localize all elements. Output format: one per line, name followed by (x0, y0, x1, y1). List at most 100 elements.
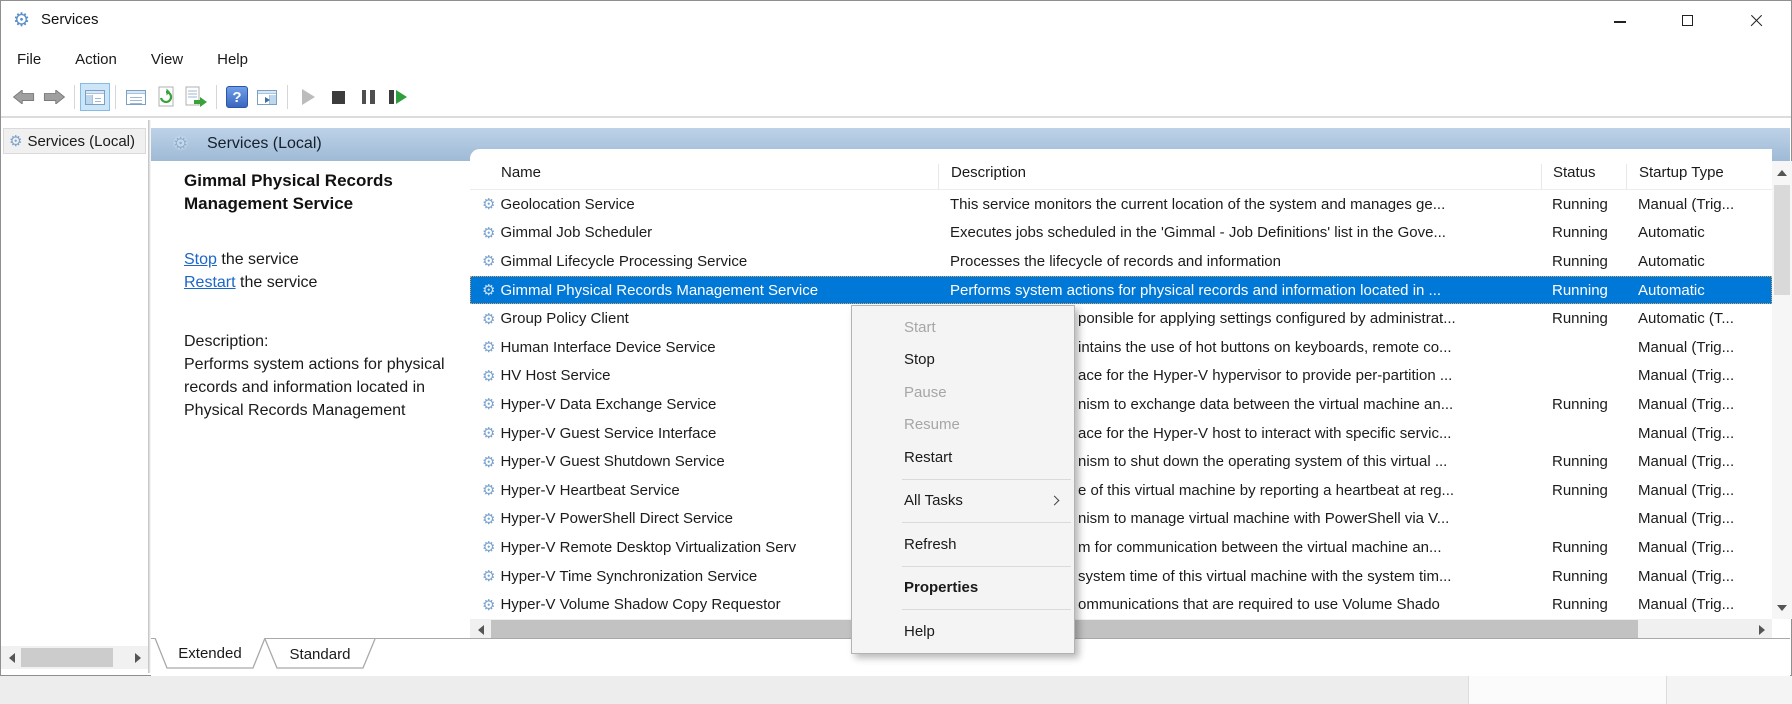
menu-item-properties[interactable]: Properties (852, 572, 1074, 605)
menu-item-help[interactable]: Help (852, 615, 1074, 648)
menu-separator (852, 474, 1074, 485)
table-row[interactable]: ⚙Human Interface Device Serviceintains t… (470, 333, 1772, 362)
start-service-icon (302, 89, 315, 105)
table-row[interactable]: ⚙Group Policy Clientponsible for applyin… (470, 304, 1772, 333)
menu-help[interactable]: Help (217, 51, 248, 68)
table-row[interactable]: ⚙Gimmal Job SchedulerExecutes jobs sched… (470, 219, 1772, 248)
table-row[interactable]: ⚙Hyper-V Heartbeat Servicee of this virt… (470, 476, 1772, 505)
help-icon: ? (226, 86, 248, 108)
restart-service-link[interactable]: Restart (184, 274, 236, 291)
scroll-up-icon (1777, 170, 1787, 176)
service-action-links: Stop the service Restart the service (184, 248, 470, 294)
stop-service-link[interactable]: Stop (184, 251, 217, 268)
restart-service-button[interactable] (383, 83, 413, 111)
start-service-button[interactable] (293, 83, 323, 111)
maximize-button[interactable] (1653, 1, 1721, 41)
column-header-description[interactable]: Description (938, 164, 1541, 189)
service-startup-cell: Manual (Trig... (1626, 562, 1772, 591)
services-app-icon: ⚙ (13, 10, 30, 32)
scroll-left-button[interactable] (3, 648, 20, 667)
table-row[interactable]: ⚙Geolocation ServiceThis service monitor… (470, 190, 1772, 219)
scroll-up-button[interactable] (1773, 163, 1791, 182)
menu-separator (852, 604, 1074, 615)
service-gear-icon: ⚙ (482, 224, 495, 242)
scroll-right-button[interactable] (129, 648, 146, 667)
toolbar-separator (115, 85, 116, 109)
table-row[interactable]: ⚙Hyper-V PowerShell Direct Servicenism t… (470, 505, 1772, 534)
service-startup-cell: Manual (Trig... (1626, 190, 1772, 219)
menu-item-all-tasks[interactable]: All Tasks (852, 485, 1074, 518)
column-header-startup-type[interactable]: Startup Type (1626, 164, 1772, 189)
service-startup-cell: Automatic (1626, 276, 1772, 305)
menu-item-stop[interactable]: Stop (852, 344, 1074, 377)
forward-button[interactable] (39, 83, 69, 111)
service-status-cell: Running (1541, 533, 1626, 562)
service-gear-icon: ⚙ (482, 281, 495, 299)
service-status-cell (1541, 505, 1626, 534)
menu-item-restart[interactable]: Restart (852, 441, 1074, 474)
stop-service-button[interactable] (323, 83, 353, 111)
service-gear-icon: ⚙ (482, 596, 495, 614)
menu-action[interactable]: Action (75, 51, 117, 68)
export-list-button[interactable] (181, 83, 211, 111)
refresh-button[interactable] (151, 83, 181, 111)
scrollbar-thumb[interactable] (1774, 185, 1790, 295)
service-status-cell: Running (1541, 562, 1626, 591)
properties-button[interactable] (121, 83, 151, 111)
forward-arrow-icon (43, 90, 65, 104)
menu-item-refresh[interactable]: Refresh (852, 528, 1074, 561)
service-status-cell: Running (1541, 447, 1626, 476)
service-name: Geolocation Service (500, 196, 634, 213)
show-hide-console-tree-button[interactable] (80, 83, 110, 111)
pane-divider[interactable] (148, 120, 151, 673)
service-gear-icon: ⚙ (482, 481, 495, 499)
show-hide-action-pane-button[interactable] (252, 83, 282, 111)
properties-icon (126, 90, 146, 105)
gear-icon: ⚙ (9, 132, 22, 150)
scrollbar-thumb[interactable] (21, 648, 113, 667)
service-startup-cell: Automatic (1626, 247, 1772, 276)
service-status-cell: Running (1541, 247, 1626, 276)
table-row[interactable]: ⚙Hyper-V Remote Desktop Virtualization S… (470, 533, 1772, 562)
menu-file[interactable]: File (17, 51, 41, 68)
list-vertical-scrollbar[interactable] (1772, 161, 1792, 619)
table-row[interactable]: ⚙Hyper-V Guest Service Interfaceace for … (470, 419, 1772, 448)
help-button[interactable]: ? (222, 83, 252, 111)
pause-service-button[interactable] (353, 83, 383, 111)
column-header-status[interactable]: Status (1541, 164, 1626, 189)
scroll-right-icon (1759, 625, 1765, 635)
service-gear-icon: ⚙ (482, 453, 495, 471)
back-button[interactable] (9, 83, 39, 111)
scroll-left-button[interactable] (472, 620, 489, 639)
tree-node-services-local[interactable]: ⚙ Services (Local) (3, 128, 146, 154)
tab-standard[interactable]: Standard (263, 638, 377, 671)
table-row[interactable]: ⚙Hyper-V Guest Shutdown Servicenism to s… (470, 447, 1772, 476)
service-status-cell: Running (1541, 304, 1626, 333)
service-startup-cell: Manual (Trig... (1626, 533, 1772, 562)
table-row[interactable]: ⚙Gimmal Physical Records Management Serv… (470, 276, 1772, 305)
table-row[interactable]: ⚙Hyper-V Volume Shadow Copy Requestoromm… (470, 590, 1772, 619)
menu-item-label: Resume (904, 416, 960, 433)
tab-extended-label: Extended (153, 645, 267, 662)
table-row[interactable]: ⚙HV Host Serviceace for the Hyper-V hype… (470, 362, 1772, 391)
toolbar: ? (1, 78, 1791, 118)
service-name: Gimmal Job Scheduler (500, 224, 652, 241)
close-button[interactable] (1721, 1, 1789, 41)
service-name: Hyper-V Volume Shadow Copy Requestor (500, 596, 780, 613)
table-row[interactable]: ⚙Gimmal Lifecycle Processing ServiceProc… (470, 247, 1772, 276)
service-name: Gimmal Lifecycle Processing Service (500, 253, 747, 270)
minimize-button[interactable] (1585, 1, 1653, 41)
pause-service-icon (362, 90, 375, 104)
service-description-cell: Performs system actions for physical rec… (938, 276, 1541, 305)
maximize-icon (1682, 15, 1693, 26)
menu-view[interactable]: View (151, 51, 183, 68)
scroll-down-button[interactable] (1773, 598, 1791, 617)
restart-service-line: Restart the service (184, 271, 470, 294)
table-row[interactable]: ⚙Hyper-V Data Exchange Servicenism to ex… (470, 390, 1772, 419)
scroll-right-button[interactable] (1753, 620, 1770, 639)
column-header-name[interactable]: Name (470, 164, 938, 189)
menu-separator (852, 561, 1074, 572)
tab-extended[interactable]: Extended (153, 638, 267, 671)
tree-horizontal-scrollbar[interactable] (1, 646, 148, 669)
table-row[interactable]: ⚙Hyper-V Time Synchronization Servicesys… (470, 562, 1772, 591)
